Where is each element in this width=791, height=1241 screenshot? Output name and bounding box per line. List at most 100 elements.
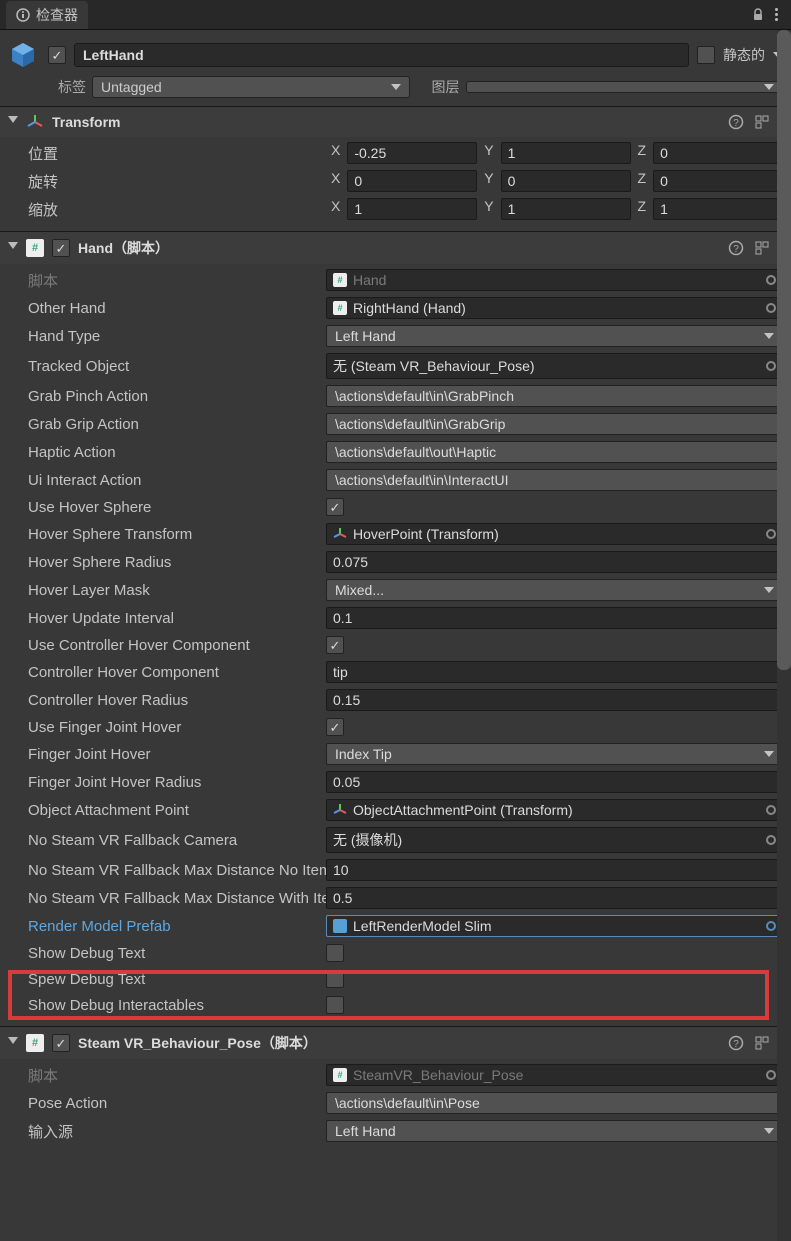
svg-text:?: ?: [733, 1039, 739, 1050]
hand-title: Hand（脚本）: [78, 238, 720, 258]
fallback-camera-field[interactable]: 无 (摄像机): [326, 827, 783, 853]
ui-interact-dropdown[interactable]: \actions\default\in\InteractUI: [326, 469, 783, 491]
show-debug-interactables-checkbox[interactable]: [326, 996, 344, 1014]
hover-update-interval-input[interactable]: 0.1: [326, 607, 783, 629]
chevron-down-icon: [391, 84, 401, 90]
tag-layer-row: 标签 Untagged 图层: [0, 74, 791, 106]
object-picker-icon[interactable]: [764, 919, 778, 933]
rotation-label: 旋转: [28, 171, 326, 192]
hand-header[interactable]: # Hand（脚本） ?: [0, 232, 791, 264]
grab-pinch-dropdown[interactable]: \actions\default\in\GrabPinch: [326, 385, 783, 407]
tab-bar: 检查器: [0, 0, 791, 30]
scale-y-input[interactable]: 1: [501, 198, 631, 220]
pose-enabled-checkbox[interactable]: [52, 1034, 70, 1052]
finger-joint-hover-dropdown[interactable]: Index Tip: [326, 743, 783, 765]
pose-action-dropdown[interactable]: \actions\default\in\Pose: [326, 1092, 783, 1114]
fallback-max-dist-1-input[interactable]: 10: [326, 859, 783, 881]
pose-title: Steam VR_Behaviour_Pose（脚本）: [78, 1033, 720, 1053]
position-label: 位置: [28, 143, 326, 164]
use-hover-sphere-checkbox[interactable]: [326, 498, 344, 516]
scale-x-input[interactable]: 1: [347, 198, 477, 220]
tab-title: 检查器: [36, 5, 78, 25]
preset-icon[interactable]: [754, 1035, 770, 1051]
layer-label: 图层: [432, 77, 460, 97]
transform-header[interactable]: Transform ?: [0, 107, 791, 137]
chevron-down-icon: [764, 1128, 774, 1134]
hover-sphere-transform-field[interactable]: HoverPoint (Transform): [326, 523, 783, 545]
use-finger-joint-hover-checkbox[interactable]: [326, 718, 344, 736]
object-picker-icon[interactable]: [764, 301, 778, 315]
position-z-input[interactable]: 0: [653, 142, 783, 164]
preset-icon[interactable]: [754, 114, 770, 130]
rotation-x-input[interactable]: 0: [347, 170, 477, 192]
steamvr-pose-header[interactable]: # Steam VR_Behaviour_Pose（脚本） ?: [0, 1027, 791, 1059]
layer-dropdown[interactable]: [466, 81, 784, 93]
hover-sphere-radius-input[interactable]: 0.075: [326, 551, 783, 573]
object-picker-icon[interactable]: [764, 359, 778, 373]
lock-icon[interactable]: [749, 6, 767, 24]
pose-script-field[interactable]: #SteamVR_Behaviour_Pose: [326, 1064, 783, 1086]
controller-hover-radius-input[interactable]: 0.15: [326, 689, 783, 711]
position-y-input[interactable]: 1: [501, 142, 631, 164]
chevron-down-icon: [764, 751, 774, 757]
preset-icon[interactable]: [754, 240, 770, 256]
rotation-z-input[interactable]: 0: [653, 170, 783, 192]
prefab-icon: [333, 919, 347, 933]
grab-grip-dropdown[interactable]: \actions\default\in\GrabGrip: [326, 413, 783, 435]
inspector-tab[interactable]: 检查器: [6, 1, 88, 29]
render-model-prefab-label: Render Model Prefab: [28, 918, 326, 935]
object-picker-icon[interactable]: [764, 1068, 778, 1082]
help-icon[interactable]: ?: [728, 1035, 744, 1051]
transform-title: Transform: [52, 114, 720, 130]
script-icon: #: [26, 239, 44, 257]
controller-hover-component-input[interactable]: tip: [326, 661, 783, 683]
foldout-icon[interactable]: [8, 242, 18, 254]
use-controller-hover-checkbox[interactable]: [326, 636, 344, 654]
object-attachment-field[interactable]: ObjectAttachmentPoint (Transform): [326, 799, 783, 821]
tag-label: 标签: [58, 77, 86, 97]
object-picker-icon[interactable]: [764, 833, 778, 847]
chevron-down-icon: [764, 84, 774, 90]
haptic-dropdown[interactable]: \actions\default\out\Haptic: [326, 441, 783, 463]
input-source-dropdown[interactable]: Left Hand: [326, 1120, 783, 1142]
scale-label: 缩放: [28, 199, 326, 220]
other-hand-field[interactable]: #RightHand (Hand): [326, 297, 783, 319]
hand-enabled-checkbox[interactable]: [52, 239, 70, 257]
fallback-max-dist-2-input[interactable]: 0.5: [326, 887, 783, 909]
script-field[interactable]: #Hand: [326, 269, 783, 291]
object-picker-icon[interactable]: [764, 273, 778, 287]
hover-layer-mask-dropdown[interactable]: Mixed...: [326, 579, 783, 601]
object-picker-icon[interactable]: [764, 803, 778, 817]
tracked-object-field[interactable]: 无 (Steam VR_Behaviour_Pose): [326, 353, 783, 379]
tag-dropdown[interactable]: Untagged: [92, 76, 410, 98]
object-picker-icon[interactable]: [764, 527, 778, 541]
help-icon[interactable]: ?: [728, 114, 744, 130]
svg-text:?: ?: [733, 244, 739, 255]
gameobject-enabled-checkbox[interactable]: [48, 46, 66, 64]
static-checkbox[interactable]: [697, 46, 715, 64]
finger-joint-hover-radius-input[interactable]: 0.05: [326, 771, 783, 793]
hand-type-dropdown[interactable]: Left Hand: [326, 325, 783, 347]
help-icon[interactable]: ?: [728, 240, 744, 256]
rotation-y-input[interactable]: 0: [501, 170, 631, 192]
transform-component: Transform ? 位置 X-0.25 Y1 Z0 旋转 X0 Y0 Z0 …: [0, 106, 791, 231]
chevron-down-icon: [764, 587, 774, 593]
tab-menu-button[interactable]: [767, 6, 785, 24]
scale-z-input[interactable]: 1: [653, 198, 783, 220]
script-icon: #: [26, 1034, 44, 1052]
show-debug-text-checkbox[interactable]: [326, 944, 344, 962]
cube-icon[interactable]: [8, 40, 38, 70]
static-label: 静态的: [723, 45, 765, 65]
gameobject-name-field[interactable]: LeftHand: [74, 43, 689, 67]
svg-text:?: ?: [733, 118, 739, 129]
scrollbar-thumb[interactable]: [777, 30, 791, 670]
foldout-icon[interactable]: [8, 1037, 18, 1049]
render-model-prefab-field[interactable]: LeftRenderModel Slim: [326, 915, 783, 937]
transform-icon: [26, 113, 44, 131]
spew-debug-text-checkbox[interactable]: [326, 970, 344, 988]
transform-icon: [333, 803, 347, 817]
transform-icon: [333, 527, 347, 541]
scrollbar[interactable]: [777, 30, 791, 1241]
position-x-input[interactable]: -0.25: [347, 142, 477, 164]
foldout-icon[interactable]: [8, 116, 18, 128]
